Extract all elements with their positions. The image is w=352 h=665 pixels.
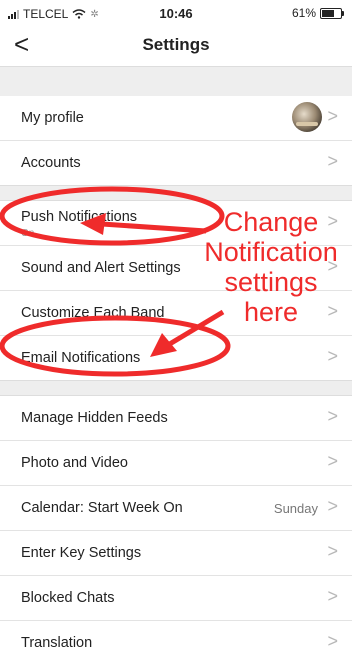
row-photo-and-video[interactable]: Photo and Video >	[0, 441, 352, 486]
annotation-line: Change	[223, 207, 319, 237]
row-label: Push Notifications	[21, 209, 138, 225]
settings-group-general: Manage Hidden Feeds > Photo and Video > …	[0, 396, 352, 665]
row-label: Calendar: Start Week On	[21, 500, 183, 516]
row-label: Photo and Video	[21, 455, 128, 471]
annotation-line: Notification	[204, 237, 338, 267]
row-my-profile[interactable]: My profile >	[0, 96, 352, 141]
chevron-right-icon: >	[327, 586, 338, 606]
chevron-right-icon: >	[327, 496, 338, 516]
chevron-right-icon: >	[327, 451, 338, 471]
page-title: Settings	[142, 35, 210, 54]
row-accounts[interactable]: Accounts >	[0, 141, 352, 185]
row-label: Accounts	[21, 155, 81, 171]
battery-icon	[320, 7, 344, 19]
row-label: Customize Each Band	[21, 305, 165, 321]
chevron-right-icon: >	[327, 541, 338, 561]
row-label: Enter Key Settings	[21, 545, 142, 561]
row-label: Blocked Chats	[21, 590, 115, 606]
status-right: 61%	[291, 6, 344, 20]
chevron-right-icon: >	[327, 151, 338, 171]
settings-list: My profile > Accounts > Push Notificatio…	[0, 96, 352, 665]
row-label: Email Notifications	[21, 350, 141, 366]
chevron-right-icon: >	[327, 406, 338, 426]
row-label: Sound and Alert Settings	[21, 260, 181, 276]
row-enter-key-settings[interactable]: Enter Key Settings >	[0, 531, 352, 576]
section-spacer	[0, 66, 352, 97]
annotation-text: Change Notification settings here	[190, 207, 352, 327]
row-value: Sunday	[273, 500, 318, 516]
chevron-right-icon: >	[327, 346, 338, 366]
row-email-notifications[interactable]: Email Notifications >	[0, 336, 352, 380]
annotation-line: here	[243, 297, 299, 327]
battery-percent: 61%	[291, 6, 316, 20]
section-spacer	[0, 380, 352, 396]
row-label: Manage Hidden Feeds	[21, 410, 168, 426]
row-label: Translation	[21, 635, 93, 651]
settings-group-account: My profile > Accounts >	[0, 96, 352, 185]
row-sublabel: On	[21, 228, 35, 239]
annotation-line: settings	[224, 267, 318, 297]
row-label: My profile	[21, 110, 84, 126]
row-blocked-chats[interactable]: Blocked Chats >	[0, 576, 352, 621]
chevron-right-icon: >	[327, 106, 338, 126]
row-calendar-start-week[interactable]: Calendar: Start Week On Sunday >	[0, 486, 352, 531]
avatar	[292, 102, 322, 132]
section-spacer	[0, 185, 352, 201]
row-manage-hidden-feeds[interactable]: Manage Hidden Feeds >	[0, 396, 352, 441]
row-translation[interactable]: Translation >	[0, 621, 352, 665]
status-bar: TELCEL ✲ 10:46 61%	[0, 0, 352, 26]
nav-bar: < Settings	[0, 26, 352, 66]
chevron-right-icon: >	[327, 631, 338, 651]
